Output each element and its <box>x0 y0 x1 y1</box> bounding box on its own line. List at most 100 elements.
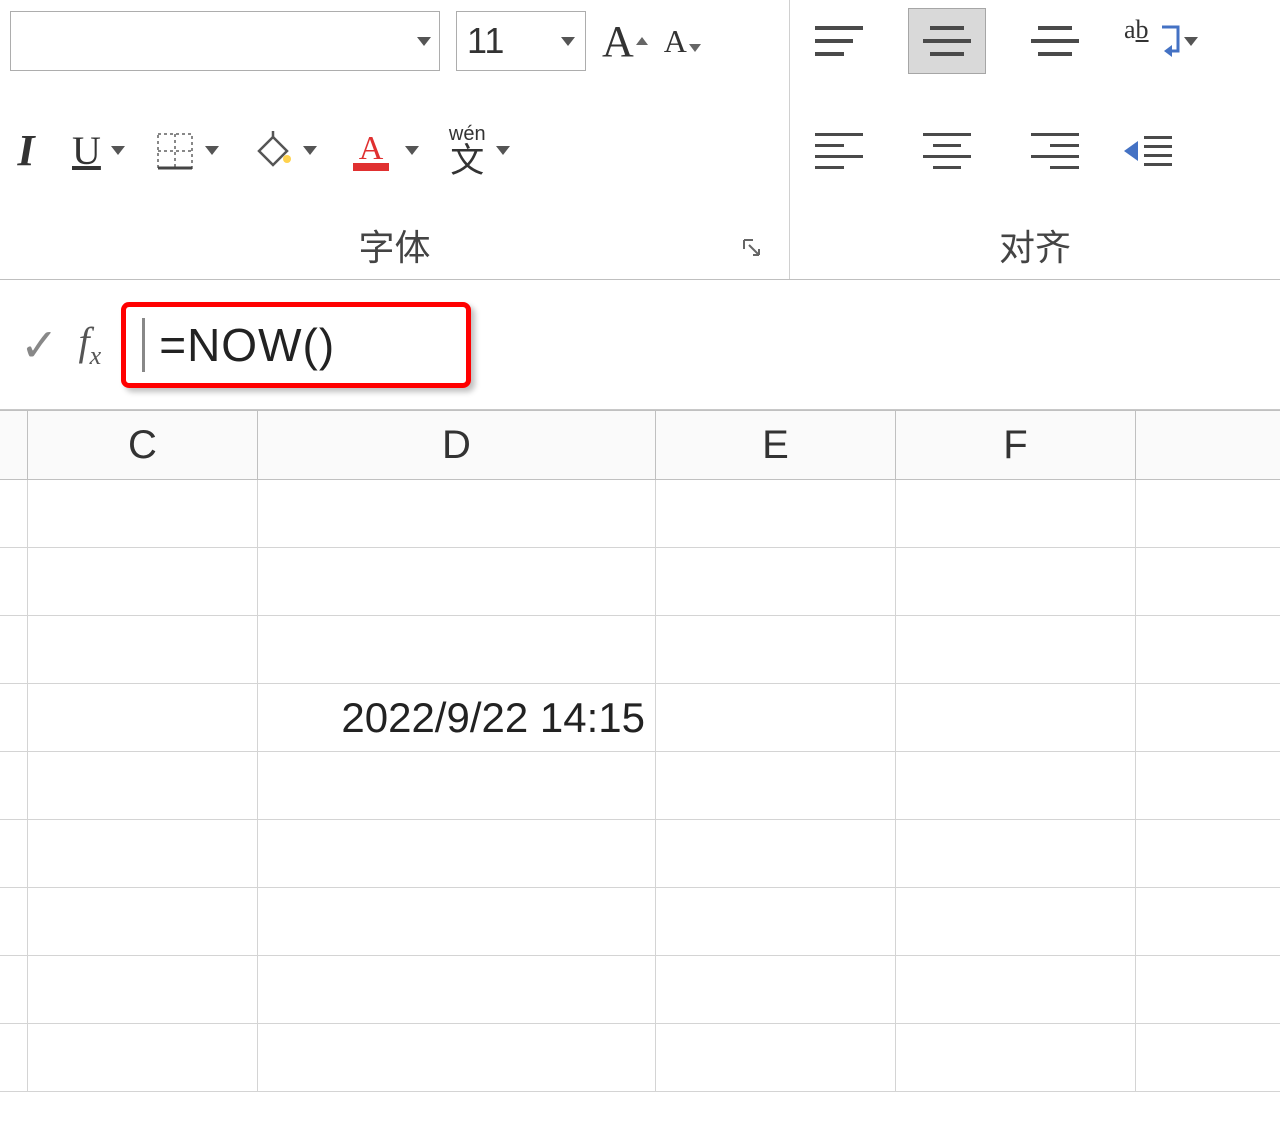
grid-cell[interactable] <box>0 956 28 1023</box>
grid-cell[interactable] <box>0 616 28 683</box>
align-right-button[interactable] <box>1016 118 1094 184</box>
formula-input[interactable]: =NOW() <box>159 318 335 372</box>
wrap-text-button[interactable]: ab <box>1124 19 1198 63</box>
italic-button[interactable]: I <box>10 125 42 176</box>
align-left-button[interactable] <box>800 118 878 184</box>
grid-cell[interactable] <box>896 752 1136 819</box>
grid-cell[interactable] <box>656 480 896 547</box>
grid-cell[interactable] <box>1136 480 1280 547</box>
align-middle-icon <box>923 26 971 56</box>
grid-cell[interactable] <box>656 684 896 751</box>
indent-lines-icon <box>1144 136 1172 166</box>
grid-cell[interactable] <box>1136 820 1280 887</box>
grid-cell[interactable] <box>896 888 1136 955</box>
grid-cell[interactable] <box>896 548 1136 615</box>
column-header-g-sliver[interactable] <box>1136 411 1280 479</box>
font-name-dropdown[interactable] <box>10 11 440 71</box>
fill-color-button[interactable] <box>249 129 317 173</box>
column-header-d[interactable]: D <box>258 411 656 479</box>
column-header-c[interactable]: C <box>28 411 258 479</box>
increase-font-size-button[interactable]: A <box>602 16 648 67</box>
grid-row <box>0 820 1280 888</box>
align-left-icon <box>815 133 863 169</box>
grid-cell[interactable] <box>656 1024 896 1091</box>
confirm-check-icon[interactable]: ✓ <box>20 318 59 372</box>
grid-cell[interactable] <box>28 548 258 615</box>
horizontal-align-row <box>800 111 1270 191</box>
dialog-launcher-icon[interactable] <box>739 235 765 261</box>
align-middle-button[interactable] <box>908 8 986 74</box>
grid-cell[interactable] <box>28 820 258 887</box>
font-group-label: 字体 <box>358 219 430 271</box>
phonetic-guide-button[interactable]: wén 文 <box>449 124 510 178</box>
underline-button[interactable]: U <box>72 127 125 174</box>
grid-cell[interactable] <box>28 752 258 819</box>
column-header-b-sliver[interactable] <box>0 411 28 479</box>
align-top-button[interactable] <box>800 8 878 74</box>
grid-cell[interactable] <box>258 616 656 683</box>
borders-button[interactable] <box>155 131 219 171</box>
font-size-dropdown[interactable]: 11 <box>456 11 586 71</box>
grid-cell[interactable] <box>258 956 656 1023</box>
chevron-down-icon <box>405 146 419 155</box>
column-header-e[interactable]: E <box>656 411 896 479</box>
grid-cell[interactable] <box>0 820 28 887</box>
grid-cell[interactable] <box>28 1024 258 1091</box>
underline-icon: U <box>72 127 101 174</box>
grid-cell[interactable] <box>656 956 896 1023</box>
grid-cell[interactable] <box>1136 548 1280 615</box>
grid-row <box>0 888 1280 956</box>
grid-cell[interactable] <box>1136 956 1280 1023</box>
grid-cell[interactable] <box>258 548 656 615</box>
align-bottom-button[interactable] <box>1016 8 1094 74</box>
chevron-down-icon <box>205 146 219 155</box>
formula-input-highlight: =NOW() <box>121 302 471 388</box>
grid-cell[interactable] <box>28 480 258 547</box>
grid-cell[interactable] <box>0 480 28 547</box>
vertical-align-row: ab <box>800 6 1270 76</box>
grid-cell[interactable] <box>0 888 28 955</box>
font-color-button[interactable]: A <box>347 127 419 175</box>
grid-cell[interactable] <box>258 1024 656 1091</box>
grid-cell[interactable] <box>896 684 1136 751</box>
column-header-f[interactable]: F <box>896 411 1136 479</box>
grid-cell[interactable] <box>1136 752 1280 819</box>
grid-cell[interactable] <box>28 684 258 751</box>
grid-cell[interactable] <box>896 1024 1136 1091</box>
grid-cell[interactable] <box>28 616 258 683</box>
grid-cell[interactable] <box>656 888 896 955</box>
grid-cell[interactable] <box>896 616 1136 683</box>
grid-cell[interactable] <box>258 820 656 887</box>
grid-cell[interactable] <box>0 1024 28 1091</box>
decrease-font-size-button[interactable]: A <box>664 23 701 60</box>
grid-cell[interactable] <box>656 752 896 819</box>
grid-cell[interactable] <box>896 820 1136 887</box>
grid-cell[interactable] <box>0 752 28 819</box>
grid-cell[interactable] <box>258 480 656 547</box>
grid-cell[interactable] <box>258 752 656 819</box>
decrease-indent-button[interactable] <box>1124 136 1172 166</box>
grid-cell[interactable] <box>258 888 656 955</box>
wrap-text-icon: ab <box>1124 19 1174 63</box>
grid-cell[interactable] <box>656 616 896 683</box>
grid-cell[interactable] <box>28 888 258 955</box>
phonetic-guide-icon: wén 文 <box>449 124 486 178</box>
ribbon-group-alignment: ab 对齐 <box>790 0 1280 279</box>
grid-cell-d-value[interactable]: 2022/9/22 14:15 <box>258 684 656 751</box>
grid-cell[interactable] <box>1136 1024 1280 1091</box>
grid-cell[interactable] <box>1136 616 1280 683</box>
grid-cell[interactable] <box>896 480 1136 547</box>
chevron-down-icon <box>417 37 431 46</box>
grid-cell[interactable] <box>0 684 28 751</box>
align-center-button[interactable] <box>908 118 986 184</box>
grid-cell[interactable] <box>1136 684 1280 751</box>
text-cursor-icon <box>142 318 145 372</box>
grid-cell[interactable] <box>28 956 258 1023</box>
grid-cell[interactable] <box>656 820 896 887</box>
grid-cell[interactable] <box>0 548 28 615</box>
grid-cell[interactable] <box>896 956 1136 1023</box>
fx-button[interactable]: fx <box>79 318 102 371</box>
grid-cell[interactable] <box>656 548 896 615</box>
align-group-label: 对齐 <box>999 219 1071 271</box>
grid-cell[interactable] <box>1136 888 1280 955</box>
